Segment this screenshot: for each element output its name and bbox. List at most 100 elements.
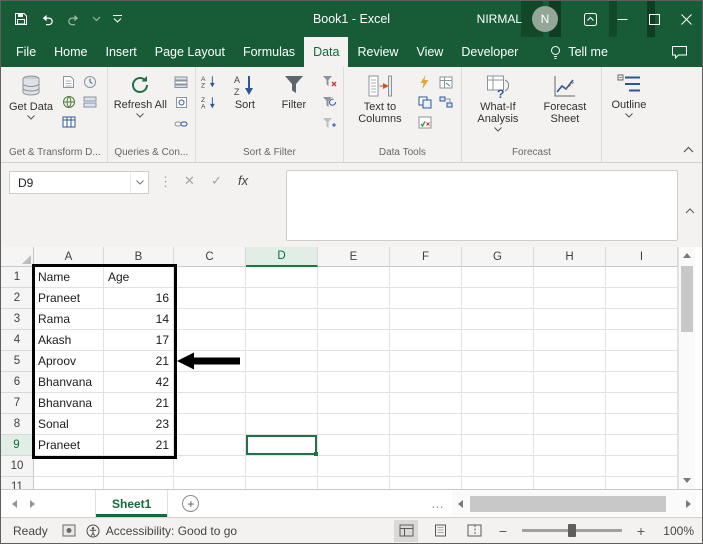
cell-E1[interactable] (318, 267, 390, 288)
cell-B1[interactable]: Age (104, 267, 174, 288)
cancel-button[interactable]: ✕ (184, 174, 195, 187)
qat-dropdown-button[interactable] (92, 16, 101, 22)
cell-I1[interactable] (606, 267, 678, 288)
cell-C6[interactable] (174, 372, 246, 393)
cell-A6[interactable]: Bhanvana (34, 372, 104, 393)
cell-D9[interactable] (246, 435, 318, 456)
zoom-slider-thumb[interactable] (568, 524, 576, 537)
zoom-slider[interactable] (522, 524, 622, 537)
cell-I7[interactable] (606, 393, 678, 414)
cell-H3[interactable] (534, 309, 606, 330)
cell-C2[interactable] (174, 288, 246, 309)
from-text-csv-button[interactable] (59, 73, 78, 92)
row-header-10[interactable]: 10 (1, 456, 34, 477)
name-box-dropdown[interactable] (130, 172, 148, 193)
prev-sheet-button[interactable] (5, 490, 23, 517)
tab-insert[interactable]: Insert (97, 37, 146, 67)
column-header-G[interactable]: G (462, 247, 534, 267)
cell-I4[interactable] (606, 330, 678, 351)
sort-za-button[interactable]: ZA (200, 93, 219, 112)
cell-C11[interactable] (174, 477, 246, 489)
cell-B10[interactable] (104, 456, 174, 477)
cell-A9[interactable]: Praneet (34, 435, 104, 456)
cell-I8[interactable] (606, 414, 678, 435)
cell-D11[interactable] (246, 477, 318, 489)
cell-E8[interactable] (318, 414, 390, 435)
collapse-formula-bar-button[interactable] (685, 201, 695, 219)
remove-duplicates-button[interactable] (416, 93, 435, 112)
tab-data[interactable]: Data (304, 37, 349, 67)
row-header-4[interactable]: 4 (1, 330, 34, 351)
cell-I11[interactable] (606, 477, 678, 489)
get-data-button[interactable]: Get Data (7, 70, 55, 120)
tell-me[interactable]: Tell me (549, 37, 608, 67)
from-table-range-button[interactable] (59, 113, 78, 132)
cell-C5[interactable] (174, 351, 246, 372)
cell-G4[interactable] (462, 330, 534, 351)
tab-home[interactable]: Home (45, 37, 96, 67)
row-header-5[interactable]: 5 (1, 351, 34, 372)
scroll-right-button[interactable] (680, 490, 696, 517)
cell-D4[interactable] (246, 330, 318, 351)
cell-C9[interactable] (174, 435, 246, 456)
comments-button[interactable] (671, 37, 688, 67)
horizontal-scroll-thumb[interactable] (470, 496, 666, 512)
row-header-6[interactable]: 6 (1, 372, 34, 393)
scroll-left-button[interactable] (452, 490, 468, 517)
cell-H1[interactable] (534, 267, 606, 288)
cell-H7[interactable] (534, 393, 606, 414)
queries-connections-button[interactable] (172, 72, 191, 91)
next-sheet-button[interactable] (23, 490, 41, 517)
cell-E7[interactable] (318, 393, 390, 414)
cell-F11[interactable] (390, 477, 462, 489)
cell-E11[interactable] (318, 477, 390, 489)
cell-B9[interactable]: 21 (104, 435, 174, 456)
tab-scroll-splitter[interactable]: … (431, 496, 444, 511)
cell-H6[interactable] (534, 372, 606, 393)
cell-E6[interactable] (318, 372, 390, 393)
cell-E5[interactable] (318, 351, 390, 372)
tab-review[interactable]: Review (348, 37, 407, 67)
cell-F3[interactable] (390, 309, 462, 330)
cell-A1[interactable]: Name (34, 267, 104, 288)
cell-G6[interactable] (462, 372, 534, 393)
cell-B8[interactable]: 23 (104, 414, 174, 435)
minimize-button[interactable] (606, 1, 638, 37)
cell-A2[interactable]: Praneet (34, 288, 104, 309)
data-validation-button[interactable] (416, 113, 435, 132)
cell-A8[interactable]: Sonal (34, 414, 104, 435)
existing-connections-button[interactable] (80, 93, 99, 112)
cell-G7[interactable] (462, 393, 534, 414)
cell-D5[interactable] (246, 351, 318, 372)
cell-F5[interactable] (390, 351, 462, 372)
save-button[interactable] (13, 11, 29, 27)
cell-F9[interactable] (390, 435, 462, 456)
cell-F7[interactable] (390, 393, 462, 414)
sort-button[interactable]: AZ Sort (222, 70, 268, 111)
cell-F1[interactable] (390, 267, 462, 288)
cell-I5[interactable] (606, 351, 678, 372)
sort-az-button[interactable]: AZ (200, 72, 219, 91)
cell-C10[interactable] (174, 456, 246, 477)
cell-A5[interactable]: Aproov (34, 351, 104, 372)
cell-F2[interactable] (390, 288, 462, 309)
group-label-data-tools[interactable]: Data Tools (348, 145, 457, 162)
cell-G11[interactable] (462, 477, 534, 489)
forecast-sheet-button[interactable]: Forecast Sheet (533, 70, 597, 125)
enter-button[interactable]: ✓ (211, 174, 222, 187)
cell-D7[interactable] (246, 393, 318, 414)
cell-C3[interactable] (174, 309, 246, 330)
tab-formulas[interactable]: Formulas (234, 37, 304, 67)
cell-C4[interactable] (174, 330, 246, 351)
cell-B2[interactable]: 16 (104, 288, 174, 309)
cell-B11[interactable] (104, 477, 174, 489)
cell-G3[interactable] (462, 309, 534, 330)
cell-I3[interactable] (606, 309, 678, 330)
cell-D3[interactable] (246, 309, 318, 330)
tab-file[interactable]: File (7, 37, 45, 67)
cell-G2[interactable] (462, 288, 534, 309)
cell-H10[interactable] (534, 456, 606, 477)
column-header-H[interactable]: H (534, 247, 606, 267)
cell-B7[interactable]: 21 (104, 393, 174, 414)
cell-E2[interactable] (318, 288, 390, 309)
